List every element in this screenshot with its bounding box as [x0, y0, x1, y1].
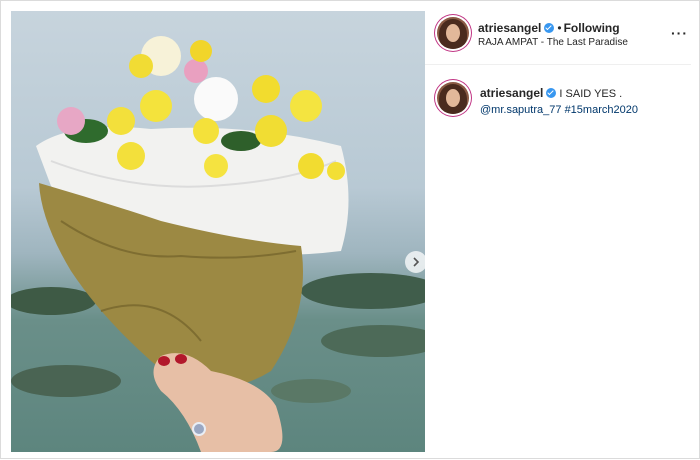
username-link[interactable]: atriesangel [478, 21, 541, 35]
caption: atriesangel I SAID YES . @mr.saputra_77 … [480, 85, 685, 118]
hashtag-link[interactable]: #15march2020 [565, 104, 638, 116]
caption-text: I SAID YES . [556, 88, 623, 100]
verified-badge-icon [544, 23, 555, 33]
post-container: atriesangel • Following RAJA AMPAT - The L… [0, 0, 700, 459]
post-sidebar: atriesangel • Following RAJA AMPAT - The L… [425, 1, 700, 460]
following-button[interactable]: Following [564, 21, 620, 35]
caption-username-link[interactable]: atriesangel [480, 86, 543, 100]
post-image[interactable] [11, 11, 425, 452]
post-header: atriesangel • Following RAJA AMPAT - The L… [425, 1, 691, 65]
verified-badge-icon [546, 88, 557, 98]
bouquet-photo [11, 36, 425, 452]
more-options-icon[interactable]: ··· [671, 25, 688, 41]
header-line: atriesangel • Following [478, 21, 620, 35]
next-image-button[interactable] [405, 251, 425, 273]
mention-link[interactable]: @mr.saputra_77 [480, 104, 562, 116]
location-link[interactable]: RAJA AMPAT - The Last Paradise [478, 37, 628, 48]
separator-dot: • [557, 21, 562, 35]
chevron-right-icon [413, 257, 420, 267]
avatar[interactable] [437, 17, 469, 49]
caption-avatar[interactable] [437, 82, 469, 114]
